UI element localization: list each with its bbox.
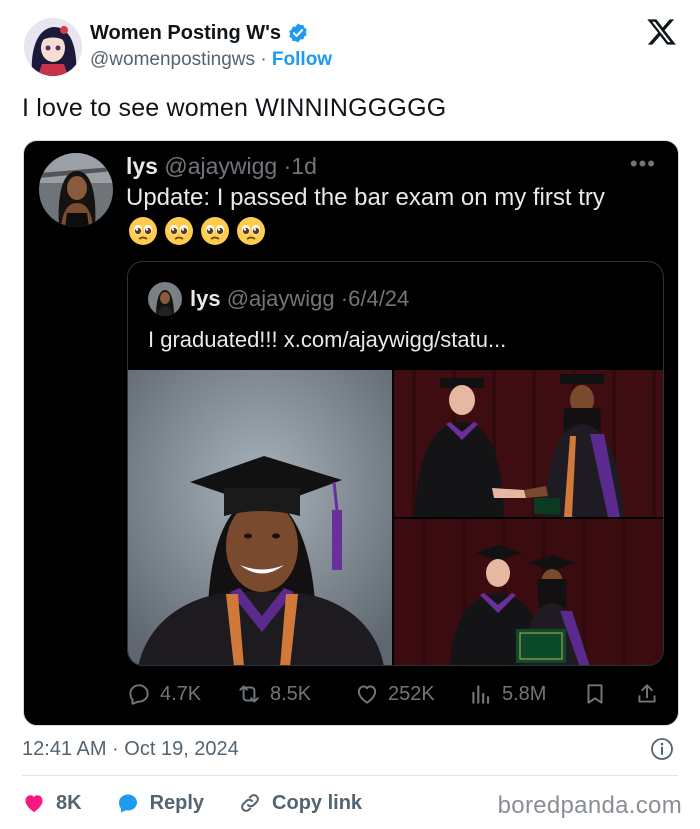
separator-dot: · bbox=[260, 49, 267, 70]
lys-post-text: Update: I passed the bar exam on my firs… bbox=[126, 184, 605, 211]
reply-button[interactable]: Reply bbox=[116, 791, 204, 815]
like-button[interactable]: 8K bbox=[22, 791, 82, 815]
views-action[interactable]: 5.8M bbox=[468, 676, 546, 712]
info-icon[interactable] bbox=[650, 737, 674, 761]
quote-text: I graduated!!! x.com/ajaywigg/statu... bbox=[148, 327, 507, 352]
reply-icon bbox=[129, 684, 149, 705]
x-logo-icon[interactable] bbox=[646, 16, 678, 48]
more-options-icon[interactable]: ••• bbox=[630, 151, 656, 177]
quote-avatar bbox=[148, 282, 182, 316]
quote-date[interactable]: 6/4/24 bbox=[348, 286, 409, 311]
like-action[interactable]: 252K bbox=[354, 676, 435, 712]
lys-time[interactable]: 1d bbox=[291, 153, 317, 179]
reply-count: 4.7K bbox=[160, 682, 202, 705]
diploma-photo[interactable] bbox=[394, 519, 663, 665]
author-name-row[interactable]: Women Posting W's bbox=[90, 20, 332, 46]
share-action[interactable] bbox=[634, 676, 660, 712]
pleading-face-icon bbox=[129, 217, 157, 245]
heart-filled-icon bbox=[25, 795, 43, 812]
tweet-timestamp[interactable]: 12:41 AM · Oct 19, 2024 bbox=[22, 736, 239, 762]
lys-header: lys @ajaywigg ·1d bbox=[126, 151, 317, 181]
retweet-icon bbox=[239, 685, 259, 703]
pleading-face-icon bbox=[165, 217, 193, 245]
tweet-footer: 8K Reply Copy link bbox=[22, 786, 396, 820]
embedded-screenshot[interactable]: lys @ajaywigg ·1d ••• Update: I passed t… bbox=[23, 140, 679, 726]
pleading-face-icon bbox=[201, 217, 229, 245]
quote-name[interactable]: lys bbox=[190, 286, 221, 311]
tweet-text: I love to see women WINNINGGGGG bbox=[22, 94, 447, 122]
author-avatar[interactable] bbox=[24, 18, 82, 76]
retweet-count: 8.5K bbox=[270, 682, 312, 705]
retweet-action[interactable]: 8.5K bbox=[236, 676, 311, 712]
lys-avatar bbox=[39, 153, 113, 227]
reply-label: Reply bbox=[149, 791, 205, 814]
reply-action[interactable]: 4.7K bbox=[126, 676, 201, 712]
bookmark-icon bbox=[587, 684, 603, 704]
photo-grid bbox=[128, 370, 663, 665]
copy-link-label: Copy link bbox=[272, 791, 363, 814]
pleading-face-icon bbox=[237, 217, 265, 245]
like-count: 8K bbox=[56, 791, 82, 814]
link-icon bbox=[241, 794, 259, 812]
like-count: 252K bbox=[388, 682, 435, 705]
views-chart-icon bbox=[472, 685, 490, 704]
quote-header: lys @ajaywigg ·6/4/24 bbox=[190, 284, 409, 314]
emoji-row bbox=[128, 216, 266, 246]
handshake-photo[interactable] bbox=[394, 370, 663, 517]
quote-handle[interactable]: @ajaywigg bbox=[227, 286, 335, 311]
watermark: boredpanda.com bbox=[497, 792, 682, 819]
follow-button[interactable]: Follow bbox=[272, 49, 332, 70]
share-icon bbox=[638, 684, 656, 703]
author-block: Women Posting W's @womenpostingws · Foll… bbox=[90, 20, 332, 73]
author-subline: @womenpostingws · Follow bbox=[90, 47, 332, 73]
graduation-portrait-photo[interactable] bbox=[128, 370, 392, 665]
action-bar: 4.7K 8.5K 252K 5.8M bbox=[24, 676, 678, 712]
views-count: 5.8M bbox=[502, 682, 547, 705]
reply-filled-icon bbox=[118, 794, 137, 813]
bookmark-action[interactable] bbox=[582, 676, 608, 712]
lys-handle[interactable]: @ajaywigg bbox=[164, 153, 277, 179]
quoted-tweet[interactable]: lys @ajaywigg ·6/4/24 I graduated!!! x.c… bbox=[127, 261, 664, 666]
separator-dot: · bbox=[340, 286, 349, 311]
verified-badge-icon bbox=[289, 23, 307, 43]
author-handle[interactable]: @womenpostingws bbox=[90, 49, 255, 70]
footer-divider bbox=[22, 775, 678, 776]
author-name[interactable]: Women Posting W's bbox=[90, 20, 281, 46]
heart-icon bbox=[357, 685, 377, 704]
copy-link-button[interactable]: Copy link bbox=[238, 791, 362, 815]
lys-name[interactable]: lys bbox=[126, 153, 158, 179]
